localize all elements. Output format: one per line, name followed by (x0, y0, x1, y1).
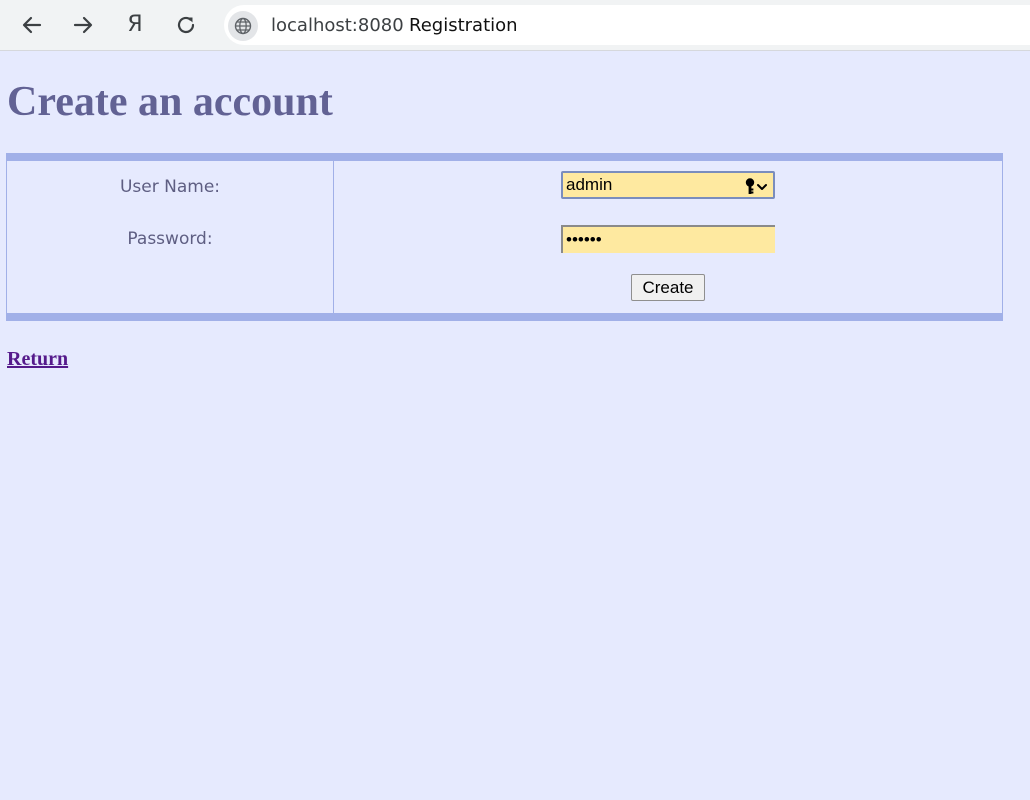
forward-button[interactable] (67, 9, 99, 41)
autofill-key-icon[interactable] (741, 176, 771, 196)
yandex-button[interactable]: Я (119, 9, 151, 41)
yandex-icon: Я (127, 12, 143, 37)
page-title: Create an account (7, 79, 333, 125)
column-divider (333, 161, 334, 313)
site-info-button[interactable] (228, 11, 258, 41)
password-label: Password: (127, 229, 213, 249)
registration-form: User Name: Password: Create (6, 153, 1003, 321)
back-button[interactable] (16, 9, 48, 41)
back-arrow-icon (22, 16, 42, 34)
tab-title: Registration (409, 15, 518, 36)
url-text: localhost:8080 (271, 15, 404, 36)
forward-arrow-icon (73, 16, 93, 34)
browser-toolbar: Я localhost:8080 Registration (0, 0, 1030, 51)
globe-icon (234, 17, 252, 35)
password-input[interactable] (561, 225, 775, 253)
username-label: User Name: (119, 177, 221, 197)
reload-button[interactable] (170, 9, 202, 41)
reload-icon (177, 16, 195, 34)
create-button[interactable]: Create (631, 274, 705, 301)
address-bar[interactable]: localhost:8080 Registration (224, 5, 1030, 45)
return-link[interactable]: Return (7, 348, 68, 371)
